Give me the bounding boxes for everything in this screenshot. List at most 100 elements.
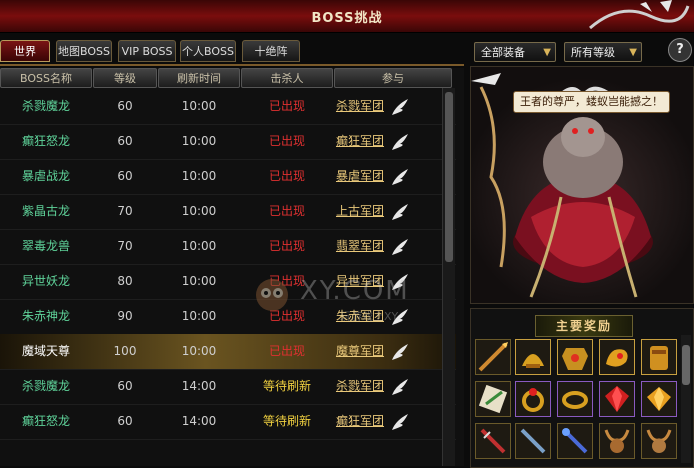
reward-item-horned-helm[interactable] — [599, 423, 635, 459]
boss-level: 60 — [117, 99, 133, 113]
reward-item-horned-mask[interactable] — [641, 423, 677, 459]
refresh-time: 10:00 — [181, 169, 217, 183]
boss-level: 60 — [117, 379, 133, 393]
equip-filter-dropdown[interactable]: 全部装备 ▼ — [474, 42, 556, 62]
table-row[interactable]: 癫狂怒龙 60 14:00 等待刷新 癫狂军团 — [0, 404, 456, 440]
reward-item-gauntlet[interactable] — [641, 339, 677, 375]
boss-portrait: 王者的尊严，蝼蚁岂能撼之！ — [470, 66, 694, 304]
table-scrollbar-thumb[interactable] — [445, 92, 453, 262]
table-row[interactable]: 杀戮魔龙 60 10:00 已出现 杀戮军团 — [0, 89, 456, 125]
table-row[interactable]: 杀戮魔龙 60 14:00 等待刷新 杀戮军团 — [0, 369, 456, 405]
gauntlet-icon — [650, 346, 668, 370]
bracelet-icon — [562, 391, 588, 409]
chevron-down-icon: ▼ — [543, 47, 551, 58]
refresh-time: 10:00 — [181, 239, 217, 253]
reward-item-gold-gem[interactable] — [641, 381, 677, 417]
boss-level: 90 — [117, 309, 133, 323]
table-row[interactable]: 翠毒龙兽 70 10:00 已出现 翡翠军团 — [0, 229, 456, 265]
tab-personal-boss[interactable]: 个人BOSS — [180, 40, 236, 62]
reward-item-spear[interactable] — [475, 339, 511, 375]
reward-item-ring[interactable] — [515, 381, 551, 417]
blade-icon — [520, 428, 546, 454]
killer-status: 等待刷新 — [262, 379, 311, 393]
table-row[interactable]: 紫晶古龙 70 10:00 已出现 上古军团 — [0, 194, 456, 230]
reward-item-helmet[interactable] — [515, 339, 551, 375]
join-link[interactable]: 翡翠军团 — [334, 229, 386, 264]
boss-name: 癫狂怒龙 — [21, 414, 70, 428]
spear-icon — [478, 342, 508, 372]
feather-icon[interactable] — [390, 132, 410, 152]
feather-icon[interactable] — [390, 342, 410, 362]
refresh-time: 10:00 — [181, 134, 217, 148]
join-link[interactable]: 魔尊军团 — [334, 334, 386, 369]
feather-icon[interactable] — [390, 412, 410, 432]
boss-level: 70 — [117, 204, 133, 218]
feather-icon[interactable] — [390, 167, 410, 187]
table-row[interactable]: 魔域天尊 100 10:00 已出现 魔尊军团 — [0, 334, 456, 370]
sword-icon — [480, 428, 506, 454]
boss-name: 异世妖龙 — [21, 274, 70, 288]
reward-item-blade[interactable] — [515, 423, 551, 459]
reward-item-bracelet[interactable] — [557, 381, 593, 417]
boss-name: 暴虐战龙 — [21, 169, 70, 183]
join-link[interactable]: 杀戮军团 — [334, 89, 386, 124]
killer-status: 已出现 — [268, 344, 305, 358]
join-link[interactable]: 上古军团 — [334, 194, 386, 229]
tab-vip-boss[interactable]: VIP BOSS — [118, 40, 176, 62]
reward-item-scroll[interactable] — [475, 381, 511, 417]
title-bar: BOSS挑战 — [0, 0, 694, 33]
boss-level: 70 — [117, 239, 133, 253]
horned-mask-icon — [646, 429, 672, 453]
tab-world-boss[interactable]: 世界BOSS — [0, 40, 50, 80]
table-row[interactable]: 暴虐战龙 60 10:00 已出现 暴虐军团 — [0, 159, 456, 195]
boss-name: 翠毒龙兽 — [21, 239, 70, 253]
boss-level: 100 — [113, 344, 137, 358]
table-row[interactable]: 癫狂怒龙 60 10:00 已出现 癫狂军团 — [0, 124, 456, 160]
refresh-time: 10:00 — [181, 204, 217, 218]
killer-status: 已出现 — [268, 204, 305, 218]
killer-status: 已出现 — [268, 99, 305, 113]
join-link[interactable]: 癫狂军团 — [334, 404, 386, 439]
reward-item-sword[interactable] — [475, 423, 511, 459]
boss-name: 杀戮魔龙 — [21, 99, 70, 113]
tab-underline — [0, 64, 464, 66]
join-link[interactable]: 暴虐军团 — [334, 159, 386, 194]
level-filter-dropdown[interactable]: 所有等级 ▼ — [564, 42, 642, 62]
boss-level: 60 — [117, 169, 133, 183]
rewards-panel: 主要奖励 — [470, 308, 694, 468]
refresh-time: 14:00 — [181, 414, 217, 428]
tab-ten-formation[interactable]: 十绝阵 — [242, 40, 300, 62]
reward-item-armor[interactable] — [557, 339, 593, 375]
help-button[interactable]: ? — [668, 38, 692, 62]
boss-list-panel: BOSS名称 等级 刷新时间 击杀人 参与 杀戮魔龙 60 10:00 已出现 杀戮军团… — [0, 68, 464, 466]
watermark-subtext: 玩游戏上XY — [340, 310, 399, 323]
watermark-text: XY.COM — [300, 276, 410, 306]
killer-status: 已出现 — [268, 239, 305, 253]
reward-item-staff[interactable] — [557, 423, 593, 459]
reward-item-dragon-pendant[interactable] — [599, 339, 635, 375]
chevron-down-icon: ▼ — [629, 47, 637, 58]
join-link[interactable]: 癫狂军团 — [334, 124, 386, 159]
boss-level: 60 — [117, 414, 133, 428]
boss-name: 杀戮魔龙 — [21, 379, 70, 393]
header-killer: 击杀人 — [241, 68, 333, 88]
refresh-time: 10:00 — [181, 99, 217, 113]
feather-icon[interactable] — [390, 237, 410, 257]
feather-icon[interactable] — [390, 377, 410, 397]
header-refresh-time: 刷新时间 — [158, 68, 240, 88]
feather-icon[interactable] — [390, 97, 410, 117]
join-link[interactable]: 杀戮军团 — [334, 369, 386, 404]
tab-map-boss[interactable]: 地图BOSS — [56, 40, 112, 62]
scroll-icon — [478, 384, 508, 414]
refresh-time: 10:00 — [181, 309, 217, 323]
rewards-scrollbar[interactable] — [681, 335, 691, 463]
refresh-time: 14:00 — [181, 379, 217, 393]
dragon-ornament-icon — [589, 0, 690, 30]
refresh-time: 10:00 — [181, 344, 217, 358]
gold-gem-icon — [647, 387, 671, 411]
killer-status: 已出现 — [268, 169, 305, 183]
boss-name: 紫晶古龙 — [21, 204, 70, 218]
reward-item-red-gem[interactable] — [599, 381, 635, 417]
feather-icon[interactable] — [390, 202, 410, 222]
rewards-scrollbar-thumb[interactable] — [682, 345, 690, 385]
